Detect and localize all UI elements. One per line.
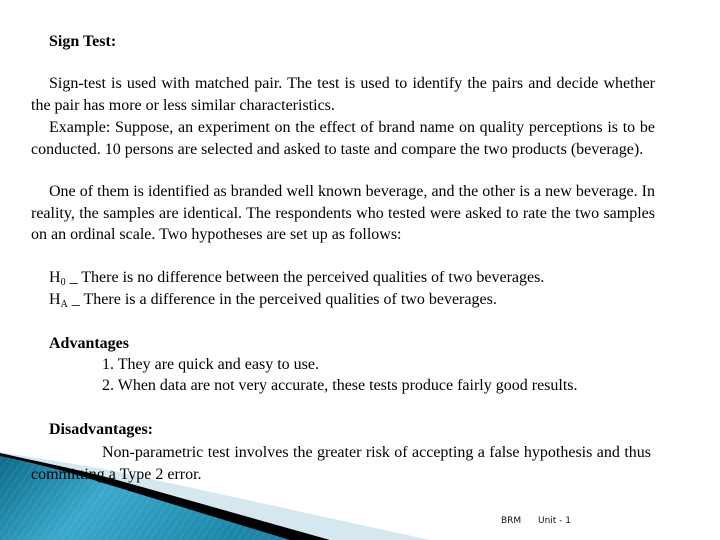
- advantage-item: 1. They are quick and easy to use.: [102, 356, 319, 373]
- hypothesis-separator: _: [67, 291, 84, 308]
- disadvantages-heading: Disadvantages:: [49, 421, 154, 438]
- example-paragraph: Example: Suppose, an experiment on the e…: [31, 119, 655, 158]
- hypothesis-symbol: H: [49, 269, 61, 286]
- hypothesis-separator: _: [65, 269, 82, 286]
- footer-unit: Unit - 1: [538, 516, 572, 526]
- intro-paragraph: Sign-test is used with matched pair. The…: [31, 75, 655, 114]
- disadvantages-text: Non-parametric test involves the greater…: [31, 444, 651, 483]
- method-paragraph: One of them is identified as branded wel…: [31, 183, 655, 243]
- hypothesis-text: There is a difference in the perceived q…: [83, 291, 497, 308]
- slide: Sign Test: Sign-test is used with matche…: [0, 0, 720, 540]
- advantages-heading: Advantages: [49, 335, 130, 352]
- hypothesis-text: There is no difference between the perce…: [81, 269, 545, 286]
- alternative-hypothesis: HA _ There is a difference in the percei…: [49, 289, 497, 311]
- advantage-item: 2. When data are not very accurate, thes…: [102, 377, 578, 394]
- footer-course: BRM: [501, 516, 522, 526]
- slide-title: Sign Test:: [49, 33, 117, 50]
- hypothesis-symbol: H: [49, 291, 61, 308]
- hypothesis-subscript: A: [60, 299, 68, 310]
- null-hypothesis: H0 _ There is no difference between the …: [49, 267, 544, 289]
